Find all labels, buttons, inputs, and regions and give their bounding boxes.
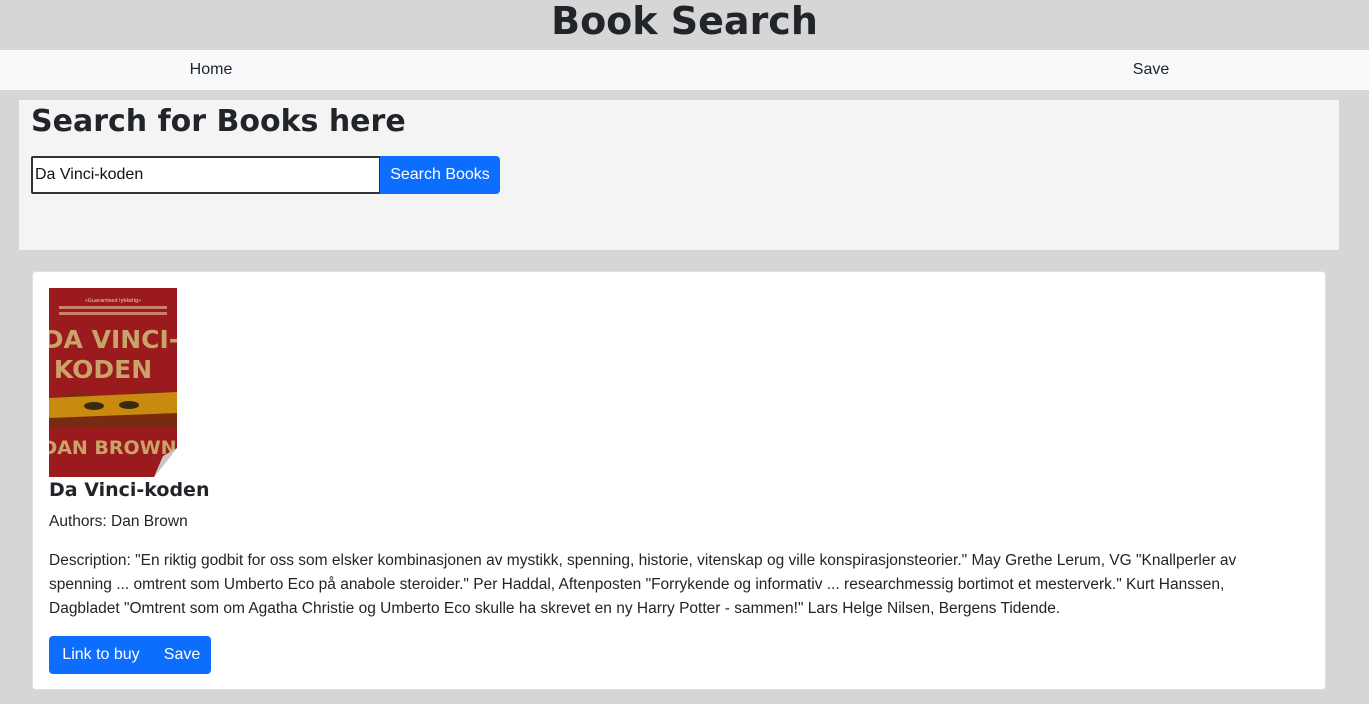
- nav-home-link[interactable]: Home: [190, 50, 233, 90]
- page-header: Book Search: [0, 0, 1369, 50]
- search-books-button[interactable]: Search Books: [380, 156, 500, 194]
- search-panel: Search for Books here Search Books: [19, 100, 1339, 250]
- navbar: Home Save: [0, 50, 1369, 90]
- save-book-button[interactable]: Save: [153, 636, 211, 674]
- cover-title-line1: DA VINCI-: [49, 325, 177, 354]
- book-authors: Authors: Dan Brown: [49, 513, 188, 530]
- nav-save-link[interactable]: Save: [1133, 50, 1169, 90]
- cover-title-line2: KODEN: [54, 355, 152, 384]
- cover-author: DAN BROWN: [49, 437, 177, 459]
- book-cover-image: «Guaranteed lykkelig» DA VINCI- KODEN DA…: [49, 288, 177, 477]
- cover-top-text: «Guaranteed lykkelig»: [85, 298, 141, 304]
- book-description: Description: "En riktig godbit for oss s…: [49, 552, 1237, 617]
- search-input[interactable]: [31, 156, 381, 194]
- book-title: Da Vinci-koden: [49, 479, 210, 501]
- search-heading: Search for Books here: [31, 104, 406, 139]
- link-to-buy-button[interactable]: Link to buy: [49, 636, 153, 674]
- page-title: Book Search: [551, 0, 818, 43]
- book-card: «Guaranteed lykkelig» DA VINCI- KODEN DA…: [32, 271, 1326, 690]
